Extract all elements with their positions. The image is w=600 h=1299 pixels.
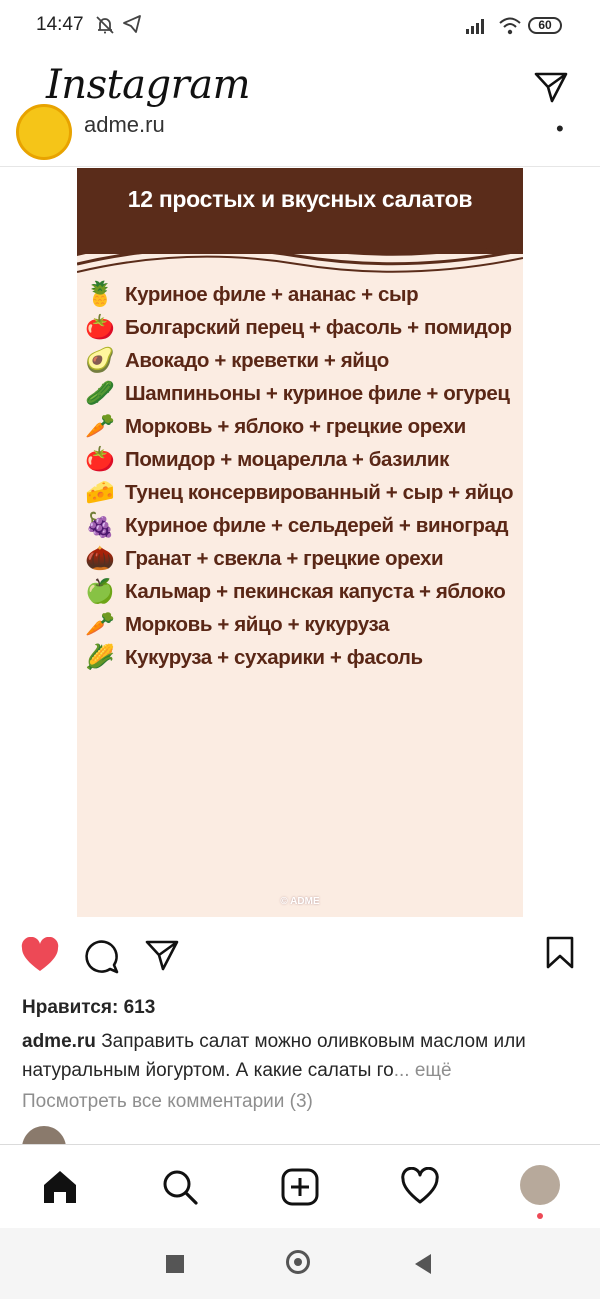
tomato-icon: 🍅 bbox=[85, 314, 115, 341]
likes-count[interactable]: Нравится: 613 bbox=[22, 997, 155, 1019]
mute-bell-icon bbox=[96, 16, 114, 34]
cucumber-icon: 🥒 bbox=[85, 380, 115, 407]
search-icon[interactable] bbox=[160, 1167, 200, 1207]
view-comments-link[interactable]: Посмотреть все комментарии (3) bbox=[22, 1091, 313, 1113]
new-post-icon[interactable] bbox=[280, 1167, 320, 1207]
salad-text: Болгарский перец + фасоль + помидор bbox=[125, 316, 512, 339]
bottom-nav bbox=[0, 1144, 600, 1229]
status-time: 14:47 bbox=[36, 14, 84, 35]
wifi-icon bbox=[499, 17, 521, 35]
system-home-icon[interactable] bbox=[286, 1250, 310, 1274]
tomato-icon: 🍅 bbox=[85, 446, 115, 473]
back-icon[interactable] bbox=[414, 1253, 432, 1275]
instagram-logo: Instagram bbox=[46, 62, 251, 108]
carrot-icon: 🥕 bbox=[85, 413, 115, 440]
author-username[interactable]: adme.ru bbox=[84, 112, 165, 138]
author-avatar[interactable] bbox=[16, 104, 72, 160]
system-nav-bar bbox=[0, 1228, 600, 1299]
salad-item: 🥑 Авокадо + креветки + яйцо bbox=[85, 344, 521, 377]
salad-text: Авокадо + креветки + яйцо bbox=[125, 349, 389, 372]
salad-text: Кальмар + пекинская капуста + яблоко bbox=[125, 580, 506, 603]
salad-item: 🌰 Гранат + свекла + грецкие орехи bbox=[85, 542, 521, 575]
apple-icon: 🍏 bbox=[85, 578, 115, 605]
salad-item: 🥕 Морковь + яйцо + кукуруза bbox=[85, 608, 521, 641]
carrot-icon: 🥕 bbox=[85, 611, 115, 638]
activity-heart-icon[interactable] bbox=[400, 1167, 440, 1207]
salad-text: Кукуруза + сухарики + фасоль bbox=[125, 646, 423, 669]
divider bbox=[0, 166, 600, 167]
comment-icon[interactable] bbox=[84, 938, 120, 974]
post-caption: adme.ru Заправить салат можно оливковым … bbox=[22, 1027, 582, 1085]
recent-apps-icon[interactable] bbox=[166, 1255, 184, 1273]
grapes-icon: 🍇 bbox=[85, 512, 115, 539]
salad-item: 🍇 Куриное филе + сельдерей + виноград bbox=[85, 509, 521, 542]
profile-avatar[interactable] bbox=[520, 1165, 560, 1205]
corn-icon: 🌽 bbox=[85, 644, 115, 671]
heart-filled-icon[interactable] bbox=[20, 937, 60, 973]
telegram-icon bbox=[123, 15, 141, 33]
salad-text: Морковь + яблоко + грецкие орехи bbox=[125, 415, 466, 438]
salad-item: 🧀 Тунец консервированный + сыр + яйцо bbox=[85, 476, 521, 509]
direct-messages-icon[interactable] bbox=[533, 70, 569, 104]
salad-item: 🍏 Кальмар + пекинская капуста + яблоко bbox=[85, 575, 521, 608]
salad-item: 🥒 Шампиньоны + куриное филе + огурец bbox=[85, 377, 521, 410]
salad-text: Куриное филе + ананас + сыр bbox=[125, 283, 419, 306]
salad-item: 🌽 Кукуруза + сухарики + фасоль bbox=[85, 641, 521, 674]
more-options-icon[interactable]: • bbox=[556, 118, 564, 140]
battery-indicator: 60 bbox=[528, 17, 562, 34]
share-icon[interactable] bbox=[144, 938, 180, 972]
notification-dot bbox=[537, 1213, 543, 1219]
cheese-icon: 🧀 bbox=[85, 479, 115, 506]
home-icon[interactable] bbox=[40, 1167, 80, 1207]
salad-text: Морковь + яйцо + кукуруза bbox=[125, 613, 390, 636]
salad-list: 🍍 Куриное филе + ананас + сыр 🍅 Болгарский… bbox=[85, 278, 521, 674]
salad-text: Гранат + свекла + грецкие орехи bbox=[125, 547, 444, 570]
caption-author[interactable]: adme.ru bbox=[22, 1031, 96, 1052]
salad-text: Шампиньоны + куриное филе + огурец bbox=[125, 382, 510, 405]
bookmark-icon[interactable] bbox=[544, 936, 576, 970]
salad-item: 🥕 Морковь + яблоко + грецкие орехи bbox=[85, 410, 521, 443]
salad-text: Помидор + моцарелла + базилик bbox=[125, 448, 449, 471]
salad-item: 🍍 Куриное филе + ананас + сыр bbox=[85, 278, 521, 311]
wave-decoration bbox=[77, 226, 523, 273]
salad-item: 🍅 Болгарский перец + фасоль + помидор bbox=[85, 311, 521, 344]
caption-more-link[interactable]: ... ещё bbox=[394, 1060, 452, 1081]
salad-text: Куриное филе + сельдерей + виноград bbox=[125, 514, 509, 537]
watermark: © ADME bbox=[280, 896, 320, 907]
pineapple-icon: 🍍 bbox=[85, 281, 115, 308]
system-home-dot bbox=[294, 1258, 302, 1266]
salad-item: 🍅 Помидор + моцарелла + базилик bbox=[85, 443, 521, 476]
status-bar: 14:47 60 bbox=[0, 0, 600, 56]
signal-icon bbox=[466, 19, 484, 34]
post-image-title: 12 простых и вкусных салатов bbox=[127, 186, 473, 212]
nut-icon: 🌰 bbox=[85, 545, 115, 572]
avocado-icon: 🥑 bbox=[85, 347, 115, 374]
salad-text: Тунец консервированный + сыр + яйцо bbox=[125, 481, 514, 504]
post-image[interactable]: 12 простых и вкусных салатов 🍍 Куриное фи… bbox=[77, 168, 523, 917]
